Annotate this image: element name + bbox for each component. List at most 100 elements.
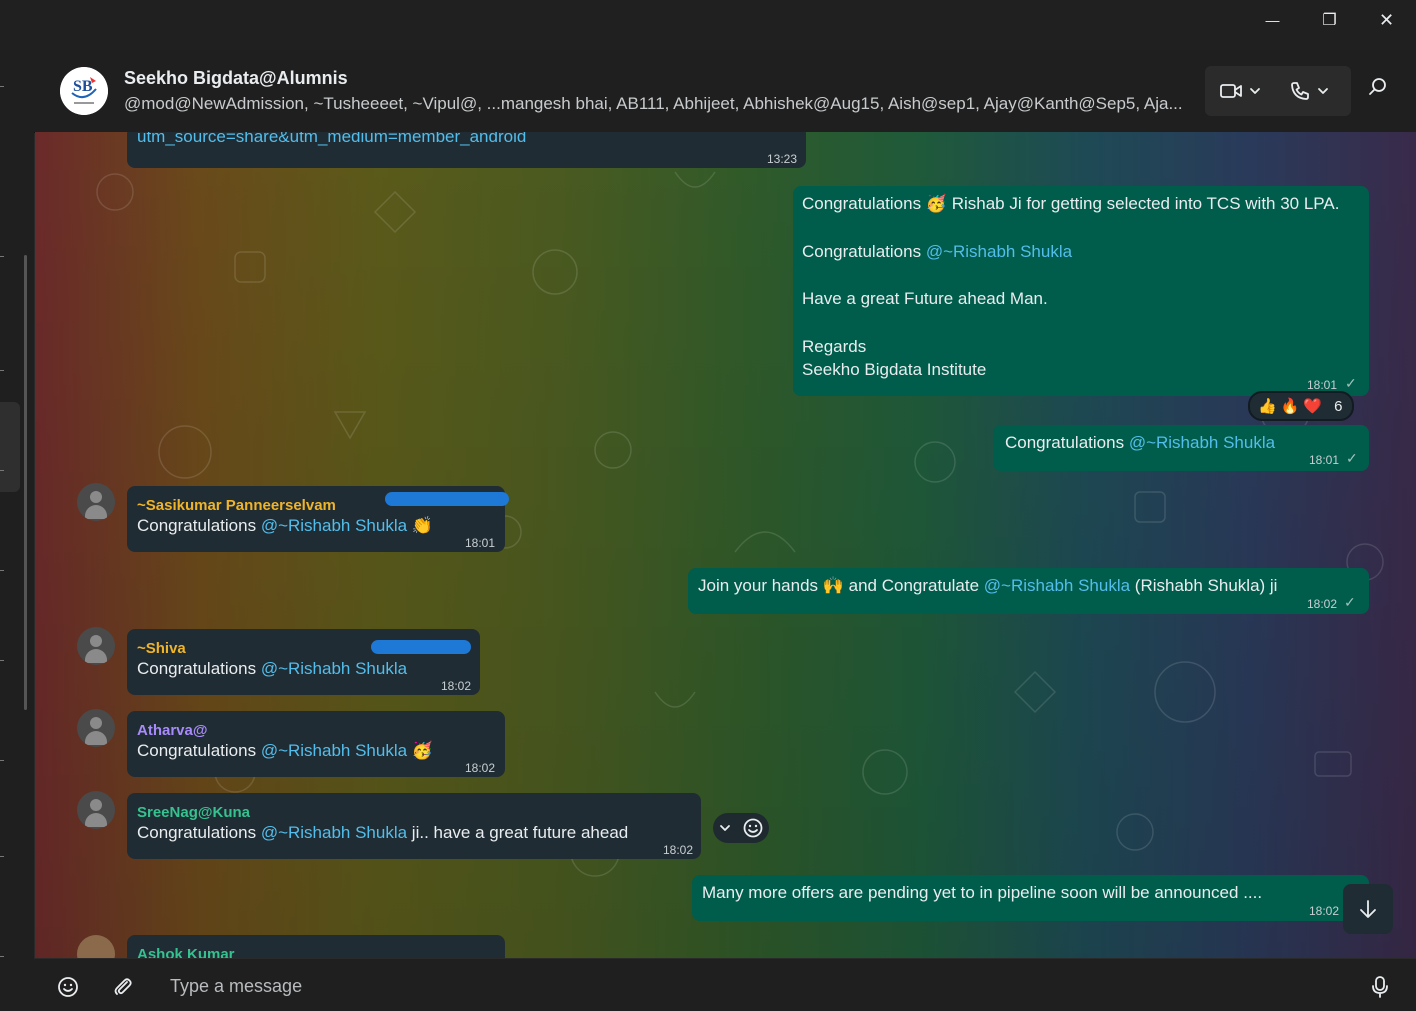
message-reactions[interactable]: 👍 🔥 ❤️ 6 xyxy=(1248,391,1355,421)
sent-check-icon: ✓ xyxy=(1344,594,1356,610)
message-incoming[interactable]: Ashok Kumar xyxy=(127,935,505,958)
message-text: Congratulations @~Rishabh Shukla xyxy=(137,657,407,681)
rail-divider xyxy=(0,470,4,471)
message-outgoing[interactable]: Congratulations 🥳 Rishab Ji for getting … xyxy=(793,186,1369,396)
attach-button[interactable] xyxy=(112,976,134,1003)
search-icon xyxy=(1369,78,1386,95)
message-text: Congratulations @~Rishabh Shukla ji.. ha… xyxy=(137,821,628,845)
sent-check-icon: ✓ xyxy=(1346,450,1358,466)
message-incoming[interactable]: ~Shiva Congratulations @~Rishabh Shukla … xyxy=(127,629,480,695)
message-text: Congratulations @~Rishabh Shukla 👏 xyxy=(137,514,433,538)
fire-emoji: 🔥 xyxy=(1280,398,1300,415)
message-incoming[interactable]: SreeNag@Kuna Congratulations @~Rishabh S… xyxy=(127,793,701,859)
message-text: Seekho Bigdata Institute xyxy=(802,360,987,379)
rail-divider xyxy=(0,370,4,371)
emoji-icon xyxy=(58,977,78,997)
close-window-button[interactable]: ✕ xyxy=(1358,0,1415,40)
clap-emoji: 👏 xyxy=(407,516,433,535)
avatar[interactable] xyxy=(77,483,115,521)
message-list[interactable]: utm_source=share&utm_medium=member_andro… xyxy=(35,132,1416,958)
call-controls xyxy=(1205,66,1351,116)
group-name[interactable]: Seekho Bigdata@Alumnis xyxy=(124,68,348,89)
mention-link[interactable]: @~Rishabh Shukla xyxy=(261,823,407,842)
message-text: Many more offers are pending yet to in p… xyxy=(702,883,1263,902)
message-time: 13:23 xyxy=(767,152,798,166)
message-outgoing[interactable]: Join your hands 🙌 and Congratulate @~Ris… xyxy=(688,568,1369,614)
message-hover-controls xyxy=(713,813,769,843)
party-emoji: 🥳 xyxy=(925,194,947,213)
text-segment: ji.. have a great future ahead xyxy=(407,823,629,842)
mention-link[interactable]: @~Rishabh Shukla xyxy=(261,659,407,678)
rail-divider xyxy=(0,760,4,761)
text-segment: Congratulations xyxy=(137,823,261,842)
message-time: 18:02 xyxy=(1309,904,1340,918)
chevron-down-icon[interactable] xyxy=(718,821,732,835)
rail-divider xyxy=(0,570,4,571)
message-time: 18:02 xyxy=(1307,597,1338,611)
redaction-scribble xyxy=(385,492,509,506)
sidebar-selected-item[interactable] xyxy=(0,402,20,492)
mention-link[interactable]: @~Rishabh Shukla xyxy=(261,516,407,535)
rail-divider xyxy=(0,660,4,661)
message-text: Congratulations @~Rishabh Shukla xyxy=(802,240,1072,264)
video-call-button[interactable] xyxy=(1219,66,1261,116)
message-link[interactable]: utm_source=share&utm_medium=member_andro… xyxy=(137,132,526,149)
voice-message-button[interactable] xyxy=(1370,975,1390,1004)
avatar[interactable] xyxy=(77,627,115,665)
text-segment: Congratulations xyxy=(137,741,261,760)
mention-link[interactable]: @~Rishabh Shukla xyxy=(261,741,407,760)
chevron-down-icon xyxy=(1318,88,1328,94)
message-time: 18:01 xyxy=(1309,453,1340,467)
text-segment: (Rishabh Shukla) ji xyxy=(1130,576,1278,595)
message-composer: Type a message xyxy=(34,958,1416,1011)
mention-link[interactable]: @~Rishabh Shukla xyxy=(984,576,1130,595)
message-outgoing[interactable]: Congratulations @~Rishabh Shukla 18:01 ✓ xyxy=(993,425,1369,471)
text-segment: Rishab Ji for getting selected into TCS … xyxy=(946,194,1340,213)
text-segment: Congratulations xyxy=(802,194,926,213)
sidebar-scrollbar[interactable] xyxy=(24,255,27,710)
message-text: Congratulations @~Rishabh Shukla 🥳 xyxy=(137,739,433,763)
sender-name[interactable]: Ashok Kumar xyxy=(137,943,235,958)
avatar[interactable] xyxy=(77,709,115,747)
message-time: 18:02 xyxy=(465,761,496,775)
message-outgoing[interactable]: Many more offers are pending yet to in p… xyxy=(692,875,1369,921)
minimize-button[interactable]: — xyxy=(1244,0,1301,40)
text-segment: Join your hands 🙌 and Congratulate xyxy=(698,576,984,595)
paperclip-icon xyxy=(114,978,132,995)
message-text: Congratulations 🥳 Rishab Ji for getting … xyxy=(802,192,1339,216)
heart-emoji: ❤️ xyxy=(1303,398,1323,415)
text-segment: Congratulations xyxy=(802,242,926,261)
message-input[interactable]: Type a message xyxy=(170,976,302,997)
scroll-to-bottom-button[interactable] xyxy=(1343,884,1393,934)
microphone-icon xyxy=(1372,976,1388,998)
emoji-react-icon[interactable] xyxy=(742,817,764,839)
message-incoming[interactable]: utm_source=share&utm_medium=member_andro… xyxy=(127,132,806,168)
arrow-down-icon xyxy=(1360,900,1376,918)
rail-divider xyxy=(0,86,4,87)
text-segment: Congratulations xyxy=(1005,433,1129,452)
phone-icon xyxy=(1291,82,1309,100)
thumbs-up-emoji: 👍 xyxy=(1258,398,1277,415)
rail-divider xyxy=(0,856,4,857)
group-avatar[interactable]: SB xyxy=(60,67,108,115)
message-text: Join your hands 🙌 and Congratulate @~Ris… xyxy=(698,574,1277,598)
search-button[interactable] xyxy=(1367,76,1397,106)
text-segment: Congratulations xyxy=(137,659,261,678)
message-time: 18:02 xyxy=(441,679,472,693)
chevron-down-icon xyxy=(1250,88,1260,94)
mention-link[interactable]: @~Rishabh Shukla xyxy=(1129,433,1275,452)
mention-link[interactable]: @~Rishabh Shukla xyxy=(926,242,1072,261)
avatar[interactable] xyxy=(77,791,115,829)
party-emoji: 🥳 xyxy=(407,741,433,760)
chat-header[interactable]: SB Seekho Bigdata@Alumnis @mod@NewAdmiss… xyxy=(34,50,1416,133)
text-segment: Congratulations xyxy=(137,516,261,535)
restore-icon: ❐ xyxy=(1322,12,1337,29)
emoji-button[interactable] xyxy=(57,976,79,1003)
message-text: Have a great Future ahead Man. xyxy=(802,289,1048,308)
restore-button[interactable]: ❐ xyxy=(1301,0,1358,40)
group-members[interactable]: @mod@NewAdmission, ~Tusheeeet, ~Vipul@, … xyxy=(124,94,1204,114)
message-text: Regards xyxy=(802,337,867,356)
voice-call-button[interactable] xyxy=(1289,66,1329,116)
left-sidebar xyxy=(0,50,35,1010)
message-incoming[interactable]: Atharva@ Congratulations @~Rishabh Shukl… xyxy=(127,711,505,777)
